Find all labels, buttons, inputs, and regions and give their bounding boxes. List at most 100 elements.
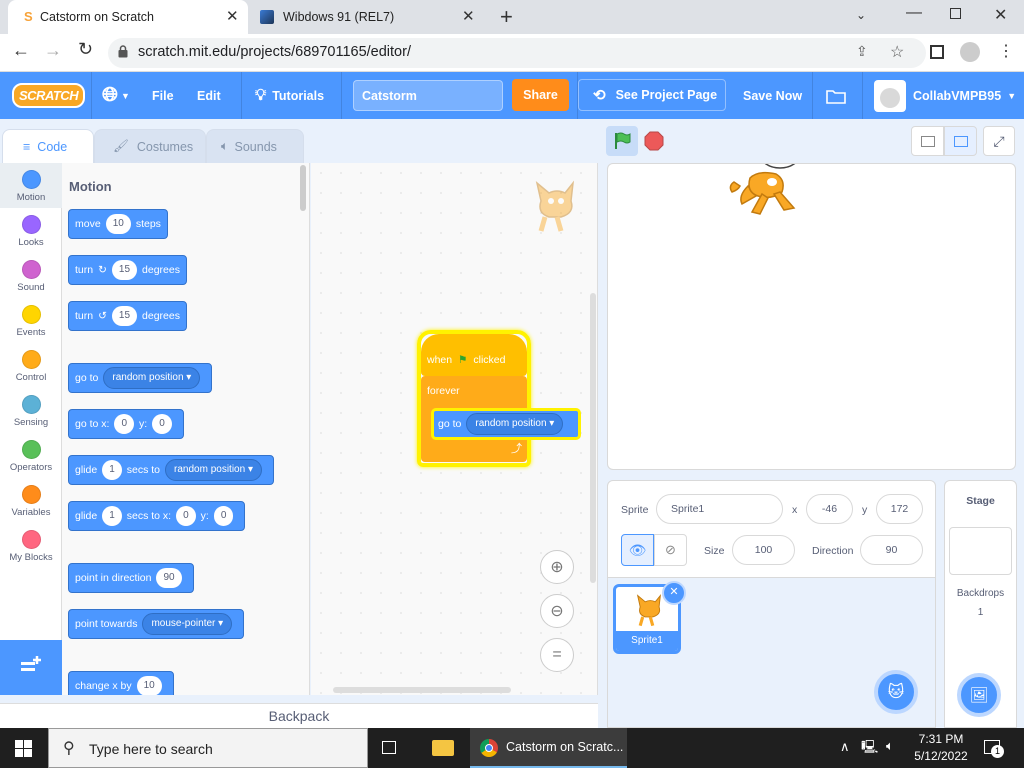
green-flag-button[interactable] xyxy=(606,126,638,156)
script-go-to-block[interactable]: go to random position ▾ xyxy=(431,408,581,440)
zoom-reset-button[interactable]: = xyxy=(540,638,574,672)
minimize-window-icon[interactable]: — xyxy=(906,4,922,22)
delete-sprite-button[interactable]: ✕ xyxy=(662,581,686,605)
stage-selector-panel[interactable]: Stage Backdrops 1 🖼︎ xyxy=(944,480,1017,728)
category-my-blocks[interactable]: My Blocks xyxy=(0,530,62,563)
clock[interactable]: 7:31 PM 5/12/2022 xyxy=(908,731,974,765)
degrees-input[interactable]: 15 xyxy=(111,306,138,326)
url-field[interactable]: scratch.mit.edu/projects/689701165/edito… xyxy=(108,38,926,68)
category-events[interactable]: Events xyxy=(0,305,62,338)
stop-button[interactable] xyxy=(644,131,664,151)
close-tab-icon[interactable]: ✕ xyxy=(226,7,239,25)
see-project-page-button[interactable]: ⟲ See Project Page xyxy=(578,79,726,111)
when-flag-clicked-block[interactable]: when ⚑ clicked xyxy=(421,334,527,376)
block-point-towards[interactable]: point towards mouse-pointer ▾ xyxy=(68,609,245,639)
block-go-to-xy[interactable]: go to x: 0 y: 0 xyxy=(68,409,184,439)
file-explorer-button[interactable] xyxy=(420,728,466,768)
taskbar-chrome-app[interactable]: Catstorm on Scratc... xyxy=(470,728,627,768)
close-tab-icon[interactable]: ✕ xyxy=(462,7,475,25)
block-turn-right[interactable]: turn ↻ 15 degrees xyxy=(68,255,187,285)
volume-icon[interactable]: 🔈︎ xyxy=(886,738,894,754)
category-control[interactable]: Control xyxy=(0,350,62,383)
file-menu[interactable]: File xyxy=(152,72,174,119)
start-button[interactable] xyxy=(0,728,48,768)
category-motion[interactable]: Motion xyxy=(0,170,62,203)
tab-code[interactable]: ≡ Code xyxy=(2,129,94,163)
direction-input[interactable]: 90 xyxy=(860,535,923,565)
sprite-name-input[interactable]: Sprite1 xyxy=(656,494,783,524)
y-input[interactable]: 0 xyxy=(152,414,172,434)
category-sensing[interactable]: Sensing xyxy=(0,395,62,428)
target-dropdown[interactable]: random position ▾ xyxy=(103,367,201,389)
save-now-button[interactable]: Save Now xyxy=(743,72,802,119)
x-change-input[interactable]: 10 xyxy=(136,676,162,695)
new-tab-icon[interactable]: + xyxy=(500,4,513,30)
tab-search-icon[interactable]: ⌄ xyxy=(856,8,866,22)
large-stage-button[interactable] xyxy=(944,126,977,156)
palette-scrollbar[interactable] xyxy=(300,165,306,211)
block-change-x[interactable]: change x by 10 xyxy=(68,671,174,695)
y-position-input[interactable]: 172 xyxy=(876,494,923,524)
fullscreen-button[interactable]: ⤢ xyxy=(983,126,1015,156)
show-sprite-button[interactable]: 👁︎ xyxy=(621,534,654,566)
close-window-icon[interactable]: ✕ xyxy=(994,5,1007,25)
task-view-button[interactable] xyxy=(378,728,406,768)
block-glide-to[interactable]: glide 1 secs to random position ▾ xyxy=(68,455,274,485)
block-move-steps[interactable]: move 10 steps xyxy=(68,209,168,239)
profile-avatar-icon[interactable] xyxy=(960,42,980,62)
add-extension-button[interactable] xyxy=(0,640,62,695)
direction-input[interactable]: 90 xyxy=(156,568,182,588)
backpack[interactable]: Backpack xyxy=(0,703,598,728)
category-variables[interactable]: Variables xyxy=(0,485,62,518)
tutorials-button[interactable]: 💡︎ Tutorials xyxy=(255,72,324,119)
scripts-workspace[interactable]: when ⚑ clicked forever ⤴ go to random po… xyxy=(311,163,598,695)
browser-tab-wibdows[interactable]: Wibdows 91 (REL7) ✕ xyxy=(250,0,490,34)
taskbar-search-box[interactable]: ⚲ Type here to search xyxy=(48,728,368,768)
restore-window-icon[interactable] xyxy=(950,8,961,19)
size-input[interactable]: 100 xyxy=(732,535,795,565)
share-page-icon[interactable]: ⇪ xyxy=(856,43,868,60)
reload-icon[interactable]: ↻ xyxy=(78,39,93,60)
share-button[interactable]: Share xyxy=(512,79,569,111)
choose-sprite-button[interactable]: 🐱︎ xyxy=(874,670,918,714)
target-dropdown[interactable]: random position ▾ xyxy=(466,413,564,435)
category-operators[interactable]: Operators xyxy=(0,440,62,473)
zoom-in-button[interactable]: ⊕ xyxy=(540,550,574,584)
side-panel-icon[interactable] xyxy=(930,45,944,59)
project-title-input[interactable]: Catstorm xyxy=(353,80,503,111)
zoom-out-button[interactable]: ⊖ xyxy=(540,594,574,628)
my-stuff-folder-icon[interactable] xyxy=(826,72,846,119)
degrees-input[interactable]: 15 xyxy=(111,260,138,280)
bookmark-star-icon[interactable]: ☆ xyxy=(890,42,904,62)
y-input[interactable]: 0 xyxy=(213,506,234,526)
script-stack[interactable]: when ⚑ clicked forever ⤴ go to random po… xyxy=(417,330,581,467)
language-menu[interactable]: 🌐︎ ▼ xyxy=(102,72,130,119)
tab-costumes[interactable]: 🖌︎ Costumes xyxy=(94,129,206,163)
secs-input[interactable]: 1 xyxy=(102,506,122,526)
target-dropdown[interactable]: mouse-pointer ▾ xyxy=(142,613,233,635)
block-go-to[interactable]: go to random position ▾ xyxy=(68,363,213,393)
show-hidden-icons-icon[interactable]: ∧ xyxy=(840,739,850,755)
choose-backdrop-button[interactable]: 🖼︎ xyxy=(957,673,1001,717)
back-icon[interactable]: ← xyxy=(12,40,30,61)
browser-tab-catstorm[interactable]: S Catstorm on Scratch ✕ xyxy=(8,0,248,34)
notification-center-button[interactable]: 1 xyxy=(982,738,1004,758)
target-dropdown[interactable]: random position ▾ xyxy=(165,459,262,481)
tab-sounds[interactable]: 🔈︎ Sounds xyxy=(206,129,304,163)
x-position-input[interactable]: -46 xyxy=(806,494,853,524)
workspace-vertical-scrollbar[interactable] xyxy=(590,293,596,583)
workspace-horizontal-scrollbar[interactable] xyxy=(333,687,511,693)
category-sound[interactable]: Sound xyxy=(0,260,62,293)
network-icon[interactable]: 🖳︎ xyxy=(861,738,878,760)
scratch-logo[interactable]: SCRATCH xyxy=(12,72,86,119)
browser-menu-icon[interactable]: ⋮ xyxy=(998,41,1014,61)
small-stage-button[interactable] xyxy=(911,126,944,156)
steps-input[interactable]: 10 xyxy=(105,214,131,234)
edit-menu[interactable]: Edit xyxy=(197,72,221,119)
category-looks[interactable]: Looks xyxy=(0,215,62,248)
hide-sprite-button[interactable]: ⊘ xyxy=(654,534,687,566)
secs-input[interactable]: 1 xyxy=(102,460,122,480)
block-point-in-direction[interactable]: point in direction 90 xyxy=(68,563,194,593)
forward-icon[interactable]: → xyxy=(44,40,62,61)
x-input[interactable]: 0 xyxy=(176,506,196,526)
